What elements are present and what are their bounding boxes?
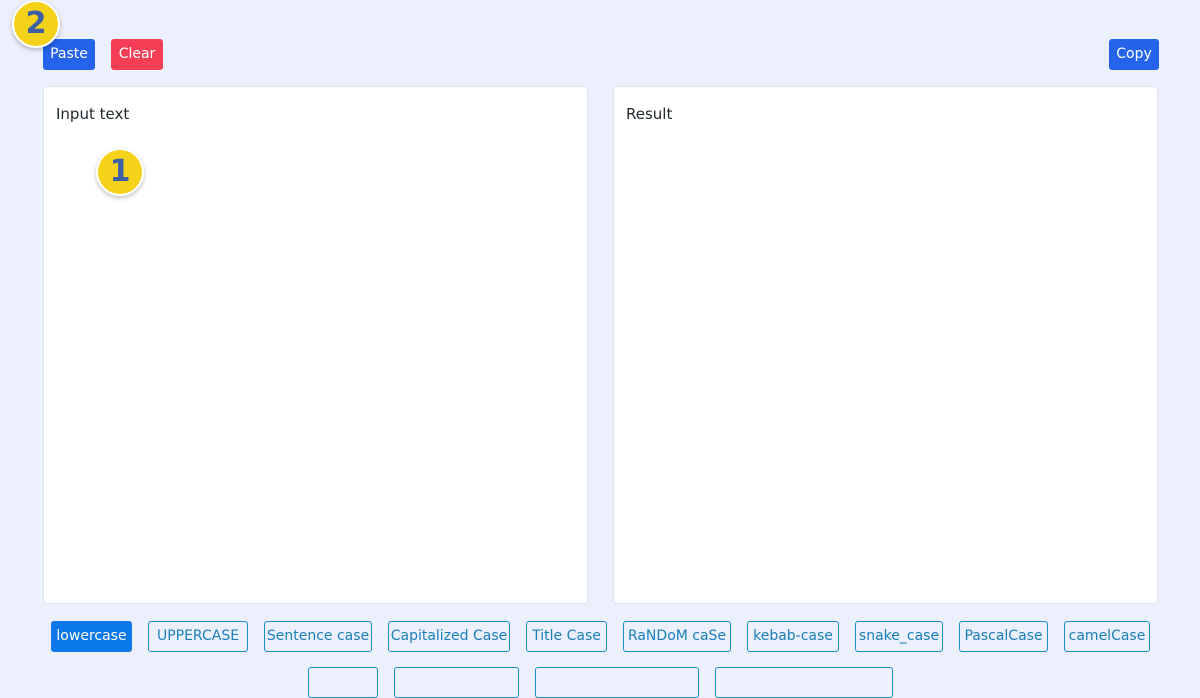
step-badge-1: 1 xyxy=(96,148,144,196)
case-button-kebab-case[interactable]: kebab-case xyxy=(747,621,839,652)
case-button-title-case[interactable]: Title Case xyxy=(526,621,607,652)
case-button-capitalized-case[interactable]: Capitalized Case xyxy=(388,621,510,652)
paste-button[interactable]: Paste xyxy=(43,39,95,70)
case-button-random-case[interactable]: RaNDoM caSe xyxy=(623,621,731,652)
case-button-row2-3[interactable] xyxy=(535,667,699,698)
case-button-uppercase[interactable]: UPPERCASE xyxy=(148,621,248,652)
clear-button[interactable]: Clear xyxy=(111,39,163,70)
case-button-snake-case[interactable]: snake_case xyxy=(855,621,943,652)
copy-button[interactable]: Copy xyxy=(1109,39,1159,70)
case-button-lowercase[interactable]: lowercase xyxy=(51,621,132,652)
result-placeholder: Result xyxy=(626,105,673,123)
case-button-sentence-case[interactable]: Sentence case xyxy=(264,621,372,652)
case-button-row2-1[interactable] xyxy=(308,667,378,698)
case-button-row2-4[interactable] xyxy=(715,667,893,698)
case-button-pascal-case[interactable]: PascalCase xyxy=(959,621,1048,652)
step-badge-2: 2 xyxy=(12,0,60,48)
input-placeholder: Input text xyxy=(56,105,130,123)
case-button-row2-2[interactable] xyxy=(394,667,519,698)
case-button-camel-case[interactable]: camelCase xyxy=(1064,621,1150,652)
result-textarea[interactable]: Result xyxy=(613,86,1158,604)
